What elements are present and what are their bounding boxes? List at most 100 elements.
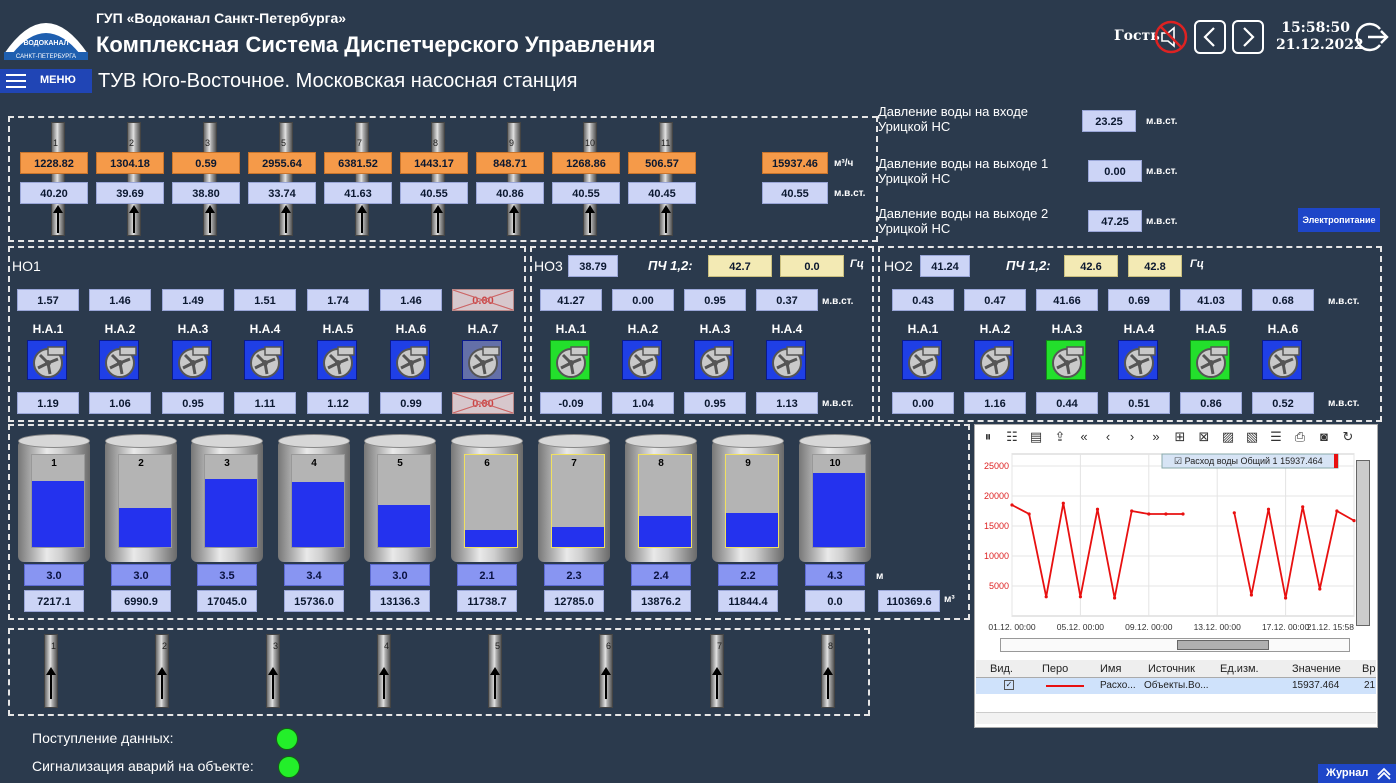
tank-water bbox=[119, 508, 171, 547]
sound-off-icon[interactable] bbox=[1154, 20, 1188, 54]
trend-table-row[interactable]: ✓ Расхо... Объекты.Во... 15937.464 21 bbox=[976, 678, 1376, 694]
x-tick-label: 13.12. 00:00 bbox=[1194, 622, 1242, 632]
ho1-bottom-5: 1.12 bbox=[307, 392, 369, 414]
chart-icon[interactable]: ▨ bbox=[1216, 426, 1240, 448]
tank-3[interactable]: 3 bbox=[191, 434, 263, 562]
col-visible[interactable]: Вид. bbox=[990, 663, 1013, 675]
ho2-pump-2[interactable] bbox=[974, 340, 1014, 380]
zoom-reset-icon[interactable]: ⊠ bbox=[1192, 426, 1216, 448]
fast-forward-icon[interactable]: » bbox=[1144, 426, 1168, 448]
ho1-pump-label-4: Н.А.4 bbox=[249, 322, 281, 336]
trend-vscroll[interactable] bbox=[1356, 460, 1370, 626]
journal-button[interactable]: Журнал bbox=[1318, 764, 1396, 783]
tank-volume-4: 15736.0 bbox=[284, 590, 344, 612]
flow-arrow-icon bbox=[281, 205, 291, 233]
tank-10[interactable]: 10 bbox=[799, 434, 871, 562]
tank-top bbox=[191, 434, 263, 448]
pipe-pressure-8: 40.55 bbox=[552, 182, 620, 204]
tank-volume-6: 11738.7 bbox=[457, 590, 517, 612]
ho1-top-6: 1.46 bbox=[380, 289, 442, 311]
chevron-right-icon bbox=[1243, 27, 1255, 47]
tank-6[interactable]: 6 bbox=[451, 434, 523, 562]
tank-level-2: 3.0 bbox=[111, 564, 171, 586]
ho3-unit-bottom: м.в.ст. bbox=[822, 398, 854, 409]
ho1-pump-1[interactable] bbox=[27, 340, 67, 380]
series-point bbox=[1010, 503, 1014, 507]
tank-number: 9 bbox=[745, 458, 751, 469]
tank-8[interactable]: 8 bbox=[625, 434, 697, 562]
row-time: 21 bbox=[1364, 680, 1376, 691]
next-icon[interactable]: › bbox=[1120, 426, 1144, 448]
refresh-icon[interactable]: ↻ bbox=[1336, 426, 1360, 448]
power-button[interactable]: Электропитание bbox=[1298, 208, 1380, 232]
alarm-status-led bbox=[278, 756, 300, 778]
ho2-pump-6[interactable] bbox=[1262, 340, 1302, 380]
ho3-pump-3[interactable] bbox=[694, 340, 734, 380]
forward-button[interactable] bbox=[1232, 20, 1264, 54]
uritsk-out1-label: Давление воды на выходе 1 Урицкой НС bbox=[878, 156, 1049, 186]
trend-scroll-thumb[interactable] bbox=[1177, 640, 1269, 650]
x-tick-label: 01.12. 00:00 bbox=[988, 622, 1036, 632]
ho1-pump-5[interactable] bbox=[317, 340, 357, 380]
col-source[interactable]: Источник bbox=[1148, 663, 1195, 675]
scada-screen: ВОДОКАНАЛ САНКТ-ПЕТЕРБУРГА ГУП «Водокана… bbox=[0, 0, 1396, 783]
col-value[interactable]: Значение bbox=[1292, 663, 1341, 675]
ho1-pump-7[interactable] bbox=[462, 340, 502, 380]
pipe-top-7: 9 bbox=[507, 122, 521, 236]
ho1-pump-2[interactable] bbox=[99, 340, 139, 380]
pipe-top-6: 8 bbox=[431, 122, 445, 236]
menu-button[interactable]: МЕНЮ bbox=[0, 69, 92, 93]
ho2-pump-5[interactable] bbox=[1190, 340, 1230, 380]
ho3-title: НО3 bbox=[534, 258, 563, 274]
logout-icon[interactable] bbox=[1355, 20, 1390, 54]
col-pen[interactable]: Перо bbox=[1042, 663, 1068, 675]
ho2-pump-3[interactable] bbox=[1046, 340, 1086, 380]
list-icon[interactable]: ☰ bbox=[1264, 426, 1288, 448]
tank-volume-8: 13876.2 bbox=[631, 590, 691, 612]
tank-1[interactable]: 1 bbox=[18, 434, 90, 562]
trend-chart[interactable]: 25000 20000 15000 10000 5000 01.12. 00:00 05.1… bbox=[978, 448, 1374, 636]
ho3-bottom-1: -0.09 bbox=[540, 392, 602, 414]
export-icon[interactable]: ⇪ bbox=[1048, 426, 1072, 448]
legend-color bbox=[1334, 454, 1338, 468]
ho1-pump-6[interactable] bbox=[390, 340, 430, 380]
ho3-pump-1[interactable] bbox=[550, 340, 590, 380]
tank-5[interactable]: 5 bbox=[364, 434, 436, 562]
ho2-pump-1[interactable] bbox=[902, 340, 942, 380]
row-checkbox[interactable]: ✓ bbox=[1004, 680, 1014, 690]
pause-icon[interactable]: ⏸ bbox=[976, 426, 1000, 448]
ho3-pump-4[interactable] bbox=[766, 340, 806, 380]
tanks-level-unit: м bbox=[876, 571, 884, 582]
pipe-bottom-8: 8 bbox=[821, 634, 835, 708]
col-unit[interactable]: Ед.изм. bbox=[1220, 663, 1259, 675]
ho2-pch2: 42.8 bbox=[1128, 255, 1182, 277]
tank-4[interactable]: 4 bbox=[278, 434, 350, 562]
table-icon[interactable]: ▤ bbox=[1024, 426, 1048, 448]
rewind-icon[interactable]: « bbox=[1072, 426, 1096, 448]
col-name[interactable]: Имя bbox=[1100, 663, 1121, 675]
chart-settings-icon[interactable]: ▧ bbox=[1240, 426, 1264, 448]
trend-table-hscroll[interactable] bbox=[976, 712, 1376, 724]
alarm-status-label: Сигнализация аварий на объекте: bbox=[32, 758, 254, 774]
back-button[interactable] bbox=[1194, 20, 1226, 54]
org-name: ГУП «Водоканал Санкт-Петербурга» bbox=[96, 10, 347, 26]
prev-icon[interactable]: ‹ bbox=[1096, 426, 1120, 448]
ho2-pump-4[interactable] bbox=[1118, 340, 1158, 380]
trend-scrollbar[interactable] bbox=[1000, 638, 1350, 652]
pipe-top-label: 8 bbox=[433, 138, 439, 148]
print-icon[interactable]: ⎙ bbox=[1288, 426, 1312, 448]
ho3-pump-2[interactable] bbox=[622, 340, 662, 380]
ho1-pump-3[interactable] bbox=[172, 340, 212, 380]
tank-9[interactable]: 9 bbox=[712, 434, 784, 562]
tank-2[interactable]: 2 bbox=[105, 434, 177, 562]
ho1-pump-4[interactable] bbox=[244, 340, 284, 380]
col-time[interactable]: Вр bbox=[1362, 663, 1375, 675]
tank-number: 3 bbox=[224, 458, 230, 469]
zoom-icon[interactable]: ⊞ bbox=[1168, 426, 1192, 448]
user-name[interactable]: Гость bbox=[1114, 28, 1160, 44]
tank-7[interactable]: 7 bbox=[538, 434, 610, 562]
camera-icon[interactable]: ◙ bbox=[1312, 426, 1336, 448]
ho2-top-3: 41.66 bbox=[1036, 289, 1098, 311]
tree-icon[interactable]: ☷ bbox=[1000, 426, 1024, 448]
ho3-unit-top: м.в.ст. bbox=[822, 296, 854, 307]
